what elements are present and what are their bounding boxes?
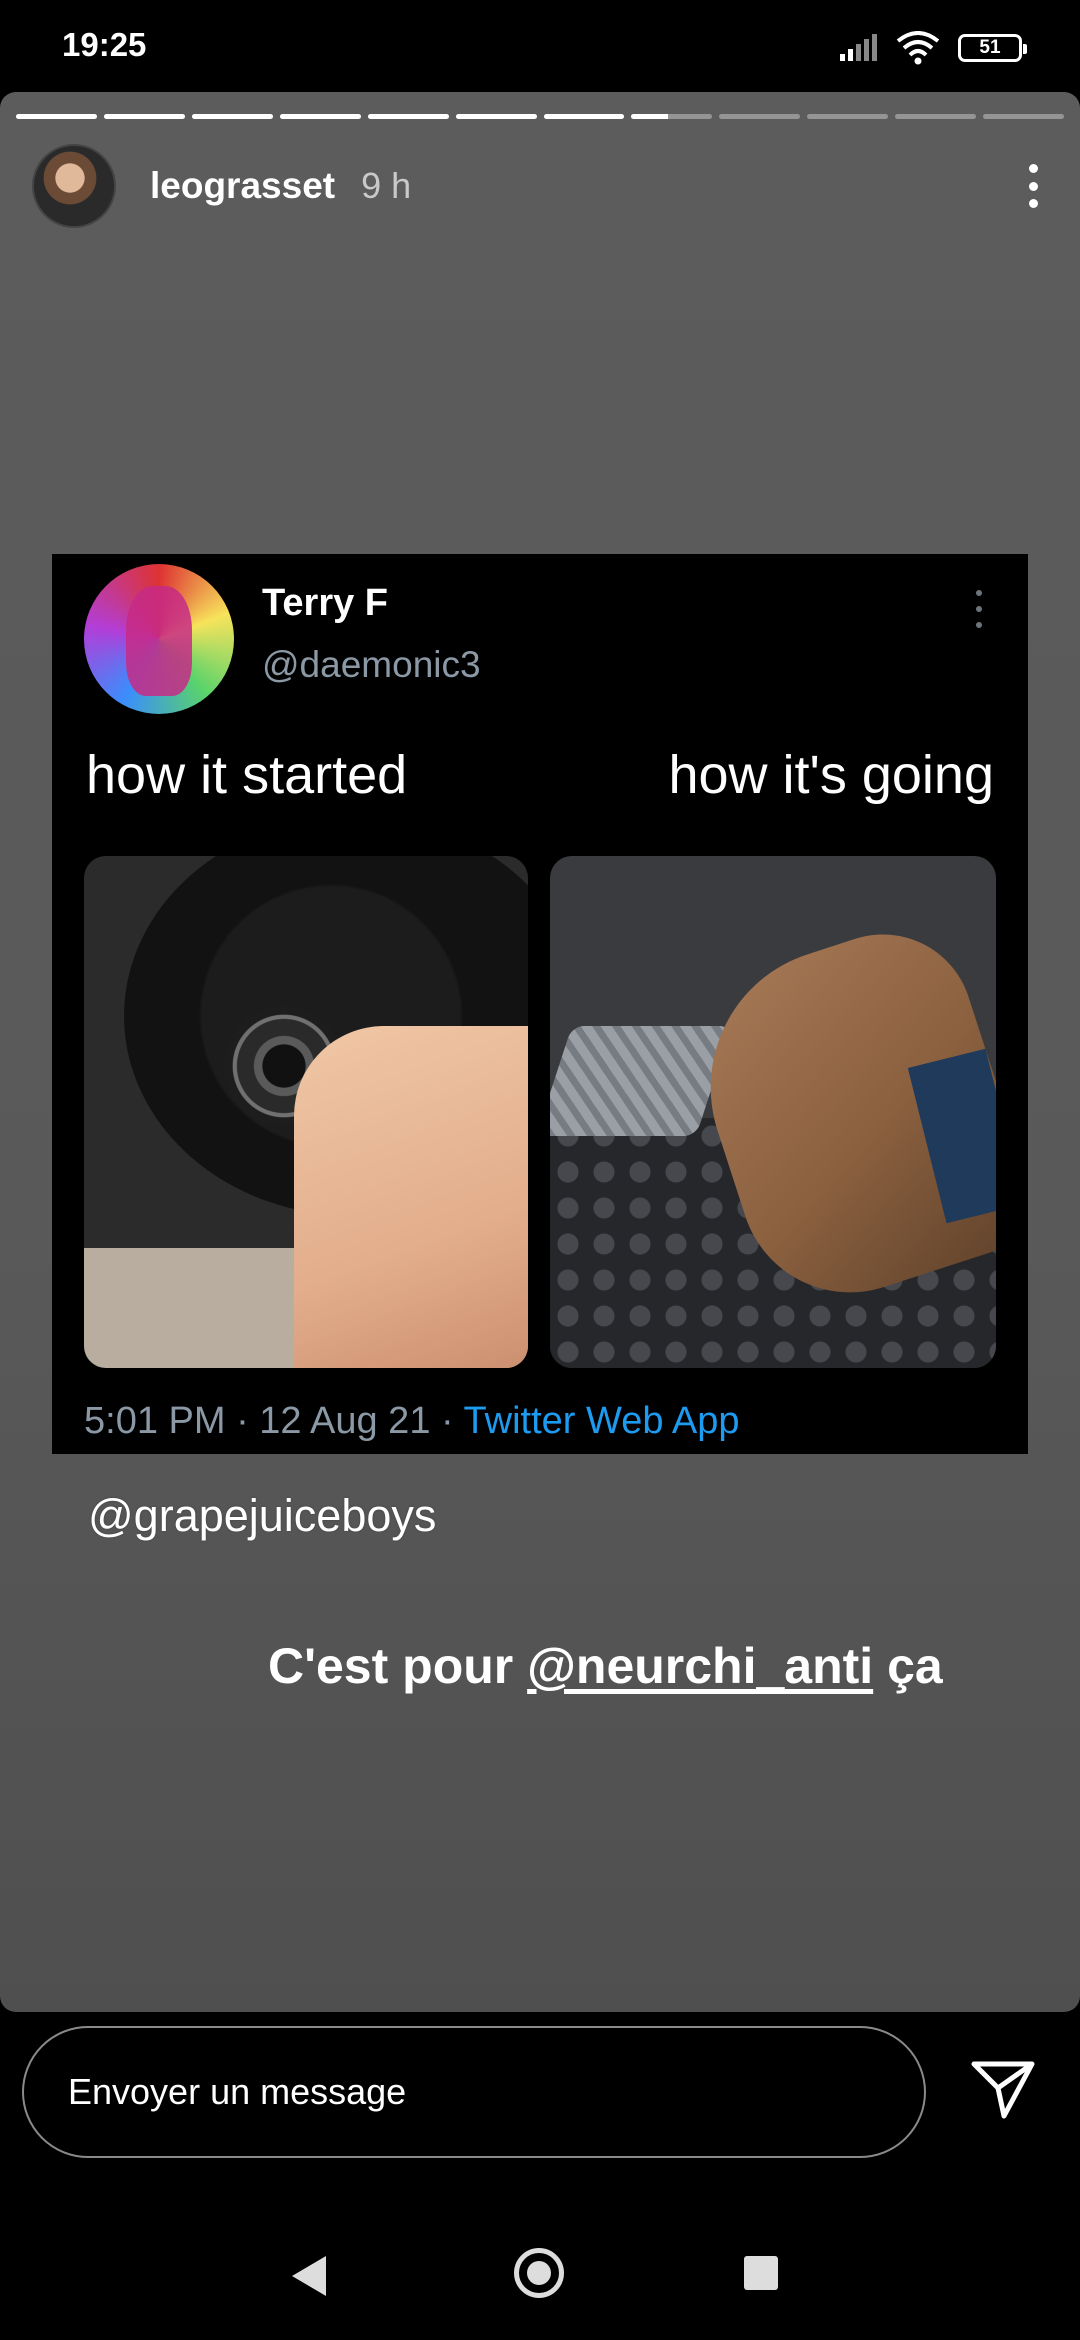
progress-segment bbox=[895, 114, 977, 119]
recents-icon[interactable] bbox=[744, 2256, 778, 2290]
message-input[interactable] bbox=[22, 2026, 926, 2158]
status-time: 19:25 bbox=[62, 26, 147, 63]
tweet-meta: 5:01 PM · 12 Aug 21 · Twitter Web App bbox=[84, 1400, 740, 1443]
tweet-photo-ignition bbox=[84, 856, 528, 1368]
story-text-caption: C'est pour @neurchi_anti ça bbox=[268, 1637, 943, 1695]
tweet-more-icon bbox=[976, 590, 984, 628]
mention-link-neurchi-anti[interactable]: @neurchi_anti bbox=[527, 1638, 873, 1694]
tweet-photo-pedal bbox=[550, 856, 996, 1368]
more-vertical-icon[interactable] bbox=[1018, 156, 1048, 216]
progress-segment bbox=[631, 114, 713, 119]
tweet-author-handle: @daemonic3 bbox=[262, 644, 481, 685]
avatar[interactable] bbox=[32, 144, 116, 228]
tweet-source: Twitter Web App bbox=[463, 1400, 740, 1442]
tweet-screenshot: Terry F @daemonic3 how it started how it… bbox=[52, 554, 1028, 1454]
progress-segment bbox=[279, 114, 361, 119]
battery-icon: 51 bbox=[958, 34, 1027, 62]
signal-icon bbox=[840, 34, 877, 61]
status-icons: 51 bbox=[838, 26, 1027, 70]
home-icon[interactable] bbox=[514, 2248, 564, 2298]
story-username[interactable]: leograsset bbox=[150, 165, 335, 207]
caption-prefix: C'est pour bbox=[268, 1638, 528, 1694]
mention-sticker-grapejuiceboys[interactable]: @grapejuiceboys bbox=[88, 1490, 436, 1542]
progress-segment bbox=[543, 114, 625, 119]
story-time-ago: 9 h bbox=[361, 165, 412, 206]
system-nav-bar bbox=[0, 2220, 1080, 2340]
progress-segment bbox=[983, 114, 1065, 119]
story-viewer[interactable]: leograsset 9 h Terry F @daemonic3 how it… bbox=[0, 92, 1080, 2012]
battery-level: 51 bbox=[979, 37, 1001, 58]
story-progress bbox=[16, 114, 1065, 119]
status-bar: 19:25 51 bbox=[0, 0, 1080, 92]
tweet-caption-right: how it's going bbox=[668, 745, 994, 805]
progress-segment bbox=[103, 114, 185, 119]
caption-suffix: ça bbox=[873, 1638, 943, 1694]
progress-segment bbox=[191, 114, 273, 119]
back-icon[interactable] bbox=[292, 2256, 326, 2296]
wifi-icon bbox=[896, 31, 940, 65]
tweet-author-name: Terry F bbox=[262, 582, 389, 624]
tweet-timestamp: 5:01 PM · 12 Aug 21 · bbox=[84, 1400, 464, 1442]
progress-segment bbox=[719, 114, 801, 119]
progress-segment bbox=[455, 114, 537, 119]
progress-segment bbox=[16, 114, 97, 119]
progress-segment bbox=[367, 114, 449, 119]
story-header: leograsset 9 h bbox=[32, 144, 1048, 228]
tweet-avatar bbox=[84, 564, 234, 714]
progress-segment bbox=[807, 114, 889, 119]
tweet-caption-left: how it started bbox=[86, 745, 408, 805]
send-icon[interactable] bbox=[970, 2058, 1036, 2120]
